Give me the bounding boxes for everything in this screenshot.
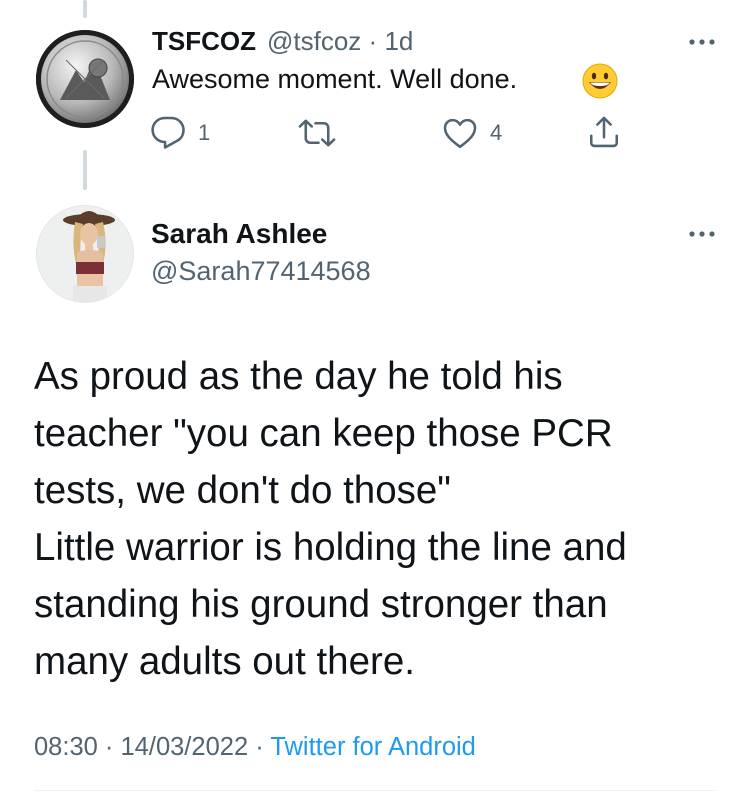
tweet-author-name[interactable]: Sarah Ashlee	[151, 218, 327, 250]
tweet-text-line: As proud as the day he told his	[34, 355, 563, 398]
tweet-author-handle[interactable]: @Sarah77414568	[151, 256, 371, 287]
divider	[34, 790, 716, 791]
more-icon[interactable]	[688, 230, 716, 238]
tweet-time[interactable]: 08:30	[34, 733, 98, 761]
grinning-face-emoji	[582, 63, 618, 99]
reply-author-name[interactable]: TSFCOZ	[152, 26, 256, 57]
meta-separator: ·	[255, 733, 264, 761]
tweet-text-line: standing his ground stronger than	[34, 583, 608, 626]
reply-time[interactable]: 1d	[384, 26, 413, 56]
thread-connector-top	[83, 0, 87, 18]
tsfcoz-avatar[interactable]	[36, 30, 134, 128]
tweet-text-line: teacher "you can keep those PCR	[34, 412, 613, 455]
like-icon[interactable]	[442, 115, 478, 151]
tweet-text-line: Little warrior is holding the line and	[34, 526, 627, 569]
reply-count: 1	[198, 120, 211, 145]
reply-text: Awesome moment. Well done.	[152, 64, 518, 94]
thread-connector	[83, 150, 87, 190]
share-icon[interactable]	[586, 113, 622, 151]
tweet-date[interactable]: 14/03/2022	[121, 733, 249, 761]
more-icon[interactable]	[688, 38, 716, 46]
reply-dot: ·	[368, 26, 378, 56]
tweet-source-link[interactable]: Twitter for Android	[270, 733, 476, 761]
tweet-meta: 08:30 · 14/03/2022 · Twitter for Android	[34, 733, 476, 762]
reply-author-handle[interactable]: @tsfcoz	[267, 26, 361, 56]
tweet-text-line: many adults out there.	[34, 640, 415, 683]
retweet-icon[interactable]	[298, 115, 336, 151]
reply-author-meta[interactable]: @tsfcoz · 1d	[267, 26, 413, 57]
meta-separator: ·	[104, 733, 114, 761]
like-count: 4	[490, 120, 503, 145]
tweet-text: As proud as the day he told his teacher …	[34, 348, 724, 690]
tweet-text-line: tests, we don't do those"	[34, 469, 451, 512]
sarah-avatar[interactable]	[36, 205, 134, 303]
reply-icon[interactable]	[150, 115, 186, 151]
